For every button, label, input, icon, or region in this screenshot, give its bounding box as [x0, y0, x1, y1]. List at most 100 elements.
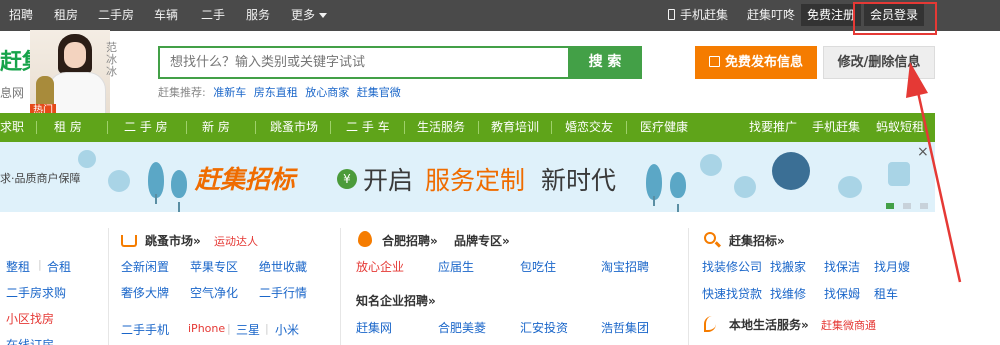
banner-meal-icon — [734, 176, 756, 198]
bidding-link[interactable]: 租车 — [874, 285, 898, 302]
nav-item-secondhand-house[interactable]: 二 手 房 — [124, 113, 168, 142]
hot-search-link[interactable]: 放心商家 — [305, 86, 349, 99]
tree-icon — [670, 172, 686, 212]
nav-item-life-services[interactable]: 生活服务 — [417, 113, 465, 142]
company-link[interactable]: 赶集网 — [356, 319, 392, 336]
flea-link[interactable]: 全新闲置 — [121, 258, 169, 275]
tools-icon — [772, 152, 810, 190]
link-online-booking[interactable]: 在线订房 — [6, 336, 54, 345]
hefei-jobs-heading[interactable]: 合肥招聘» — [382, 232, 438, 249]
flea-link[interactable]: 二手手机 — [121, 321, 169, 338]
bidding-link[interactable]: 找保洁 — [824, 258, 860, 275]
truck-icon — [838, 176, 862, 198]
flea-market-tag[interactable]: 运动达人 — [214, 233, 258, 249]
topbar-link-secondhand-house[interactable]: 二手房 — [98, 0, 134, 31]
nav-item-used-car[interactable]: 二 手 车 — [346, 113, 390, 142]
bidding-link[interactable]: 找装修公司 — [702, 258, 762, 275]
mobile-phone-icon — [668, 9, 675, 20]
banner-person-icon — [108, 170, 130, 192]
brand-zone-heading[interactable]: 品牌专区» — [454, 232, 510, 249]
tree-icon — [646, 164, 662, 206]
flea-link[interactable]: 二手行情 — [259, 284, 307, 301]
carousel-dot[interactable] — [920, 203, 928, 209]
nav-item-new-house[interactable]: 新 房 — [202, 113, 230, 142]
carousel-dot[interactable] — [886, 203, 894, 209]
phone-icon — [704, 316, 716, 332]
search-button[interactable]: 搜 索 — [568, 46, 642, 79]
nav-item-rent[interactable]: 租 房 — [54, 113, 82, 142]
company-link[interactable]: 浩哲集团 — [601, 319, 649, 336]
hot-search-link[interactable]: 房东直租 — [254, 86, 298, 99]
ganji-bidding-heading[interactable]: 赶集招标» — [729, 232, 785, 249]
topbar-link-jobs[interactable]: 招聘 — [9, 0, 33, 31]
cart-icon — [121, 235, 137, 247]
famous-companies-heading[interactable]: 知名企业招聘» — [356, 292, 436, 309]
flea-link[interactable]: 空气净化 — [190, 284, 238, 301]
company-link[interactable]: 合肥美菱 — [438, 319, 486, 336]
tree-icon — [171, 170, 187, 212]
jobs-link[interactable]: 淘宝招聘 — [601, 258, 649, 275]
nav-item-dating[interactable]: 婚恋交友 — [565, 113, 613, 142]
promo-banner[interactable]: 求·品质商户保障 赶集招标 ¥ 开启 服务定制 新时代 — [0, 142, 935, 212]
wechat-store-link[interactable]: 赶集微商通 — [821, 317, 876, 333]
flea-link[interactable]: 奢侈大牌 — [121, 284, 169, 301]
banner-left-text: 求·品质商户保障 — [0, 172, 81, 185]
topbar-link-services[interactable]: 服务 — [246, 0, 270, 31]
nav-item-promote[interactable]: 找要推广 — [749, 113, 797, 142]
jobs-link[interactable]: 包吃住 — [520, 258, 556, 275]
link-whole-rent[interactable]: 整租 — [6, 258, 30, 275]
banner-close-icon[interactable]: × — [917, 145, 929, 159]
link-find-community[interactable]: 小区找房 — [6, 310, 54, 327]
nav-item-flea-market[interactable]: 跳蚤市场 — [270, 113, 318, 142]
bidding-link[interactable]: 找搬家 — [770, 258, 806, 275]
top-bar: 招聘 租房 二手房 车辆 二手 服务 更多 手机赶集 赶集叮咚 免费注册 会员登… — [0, 0, 1000, 31]
site-logo-sub: 息网 — [0, 86, 25, 100]
search-icon — [704, 232, 716, 244]
nav-item-education[interactable]: 教育培训 — [491, 113, 539, 142]
flea-link[interactable]: 小米 — [275, 321, 299, 338]
chevron-down-icon — [319, 13, 328, 18]
link-house-wanted[interactable]: 二手房求购 — [6, 284, 66, 301]
carousel-dot[interactable] — [903, 203, 911, 209]
mobile-ganji-label: 手机赶集 — [680, 8, 729, 22]
topbar-link-rent[interactable]: 租房 — [54, 0, 78, 31]
post-listing-button[interactable]: 免费发布信息 — [695, 46, 817, 79]
topbar-link-secondhand[interactable]: 二手 — [201, 0, 225, 31]
checklist-icon — [888, 162, 910, 186]
hot-searches-label: 赶集推荐: — [158, 86, 206, 99]
flea-link[interactable]: 绝世收藏 — [259, 258, 307, 275]
flea-link-iphone[interactable]: iPhone — [188, 322, 225, 335]
hot-search-link[interactable]: 准新车 — [213, 86, 246, 99]
tree-icon — [148, 162, 164, 204]
nav-item-short-rent[interactable]: 蚂蚁短租 — [876, 113, 924, 142]
local-services-heading[interactable]: 本地生活服务» — [729, 316, 809, 333]
flea-link[interactable]: 苹果专区 — [190, 258, 238, 275]
bidding-link[interactable]: 找维修 — [770, 285, 806, 302]
nav-item-jobseek[interactable]: 求职 — [0, 113, 24, 142]
banner-worker-icon — [700, 154, 722, 176]
nav-item-mobile[interactable]: 手机赶集 — [812, 113, 860, 142]
register-button[interactable]: 免费注册 — [801, 4, 861, 26]
search-input[interactable] — [158, 46, 568, 79]
bidding-link[interactable]: 找月嫂 — [874, 258, 910, 275]
category-nav: 求职 租 房 二 手 房 新 房 跳蚤市场 二 手 车 生活服务 教育培训 婚恋… — [0, 113, 935, 142]
edit-delete-listing-button[interactable]: 修改/删除信息 — [823, 46, 935, 79]
company-link[interactable]: 汇安投资 — [520, 319, 568, 336]
flea-market-heading[interactable]: 跳蚤市场» — [145, 232, 201, 249]
login-highlight-box — [853, 2, 937, 35]
bidding-link[interactable]: 找保姆 — [824, 285, 860, 302]
topbar-more-menu[interactable]: 更多 — [291, 0, 328, 31]
link-shared-rent[interactable]: 合租 — [47, 258, 71, 275]
banner-decor-icon — [78, 150, 96, 168]
bidding-link[interactable]: 快速找贷款 — [702, 285, 762, 302]
banner-slogan-highlight: 服务定制 — [425, 166, 526, 195]
topbar-link-vehicles[interactable]: 车辆 — [154, 0, 178, 31]
nav-item-health[interactable]: 医疗健康 — [640, 113, 688, 142]
jobs-link[interactable]: 应届生 — [438, 258, 474, 275]
jobs-link-trusted[interactable]: 放心企业 — [356, 258, 404, 275]
edit-icon — [708, 56, 720, 67]
dingdong-link[interactable]: 赶集叮咚 — [747, 0, 795, 31]
flea-link[interactable]: 三星 — [236, 321, 260, 338]
mobile-ganji-link[interactable]: 手机赶集 — [668, 0, 728, 31]
hot-search-link[interactable]: 赶集官微 — [357, 86, 401, 99]
